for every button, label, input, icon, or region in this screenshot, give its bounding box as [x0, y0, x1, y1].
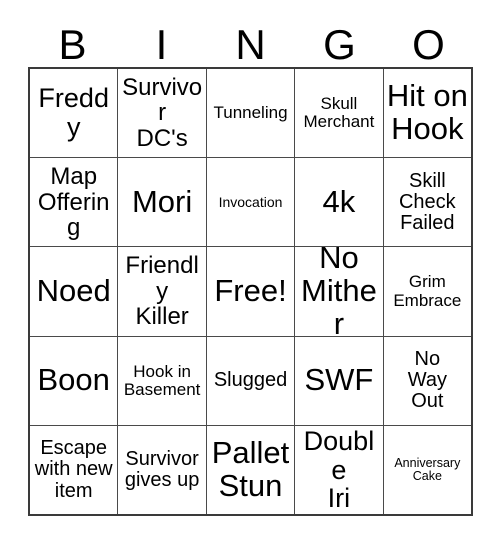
bingo-cell-label: Skull Merchant	[303, 94, 375, 132]
bingo-header-row: B I N G O	[28, 16, 473, 67]
bingo-cell[interactable]: Invocation	[206, 158, 296, 247]
header-letter-o: O	[412, 21, 445, 68]
bingo-row: Noed Friendly Killer Free! No Mither Gri…	[30, 247, 472, 337]
bingo-cell-label: Pallet Stun	[211, 435, 290, 503]
bingo-cell[interactable]: Slugged	[206, 336, 296, 425]
bingo-cell-label: Hit on Hook	[386, 78, 468, 147]
bingo-cell[interactable]: Escape with new item	[30, 425, 119, 515]
bingo-cell[interactable]: Survivor DC's	[118, 69, 207, 158]
bingo-cell-label: Double Iri	[303, 426, 375, 514]
bingo-cell-label: Mori	[131, 183, 193, 219]
bingo-cell-label: SWF	[304, 362, 374, 398]
bingo-row: Freddy Survivor DC's Tunneling Skull Mer…	[30, 69, 472, 159]
bingo-cell[interactable]: Hit on Hook	[383, 69, 472, 158]
bingo-grid: Freddy Survivor DC's Tunneling Skull Mer…	[28, 67, 473, 516]
header-letter-g: G	[323, 21, 356, 68]
bingo-cell-label: No Mither	[301, 247, 377, 336]
bingo-cell[interactable]: Hook in Basement	[118, 336, 207, 425]
bingo-cell-label: Freddy	[38, 83, 109, 143]
bingo-row: Map Offering Mori Invocation 4k Skill Ch…	[30, 158, 472, 248]
bingo-cell[interactable]: Tunneling	[206, 69, 296, 158]
bingo-row: Boon Hook in Basement Slugged SWF No Way…	[30, 336, 472, 426]
bingo-row: Escape with new item Survivor gives up P…	[30, 425, 472, 515]
bingo-cell-label: Survivor DC's	[122, 73, 203, 152]
bingo-cell-label: Free!	[214, 273, 287, 309]
bingo-cell-label: Survivor gives up	[124, 447, 200, 491]
bingo-cell[interactable]: Pallet Stun	[206, 425, 296, 515]
bingo-cell[interactable]: Friendly Killer	[118, 247, 207, 336]
bingo-cell[interactable]: Grim Embrace	[383, 247, 472, 336]
header-letter-b: B	[58, 21, 87, 68]
bingo-cell-label: Anniversary Cake	[394, 455, 461, 483]
header-letter-n: N	[235, 21, 266, 68]
bingo-cell-free-space[interactable]: Free!	[206, 247, 296, 336]
bingo-cell[interactable]: Double Iri	[295, 425, 384, 515]
bingo-cell-label: Grim Embrace	[393, 272, 462, 310]
bingo-cell[interactable]: Noed	[30, 247, 119, 336]
bingo-cell-label: Invocation	[218, 193, 283, 210]
bingo-cell[interactable]: No Mither	[295, 247, 384, 336]
bingo-cell[interactable]: No Way Out	[383, 336, 472, 425]
bingo-cell-label: Boon	[37, 362, 110, 398]
bingo-cell-label: Hook in Basement	[123, 361, 201, 399]
bingo-cell-label: Escape with new item	[34, 437, 113, 502]
bingo-cell[interactable]: Survivor gives up	[118, 425, 207, 515]
bingo-cell-label: Tunneling	[213, 103, 288, 123]
bingo-cell-label: 4k	[322, 183, 356, 219]
bingo-cell[interactable]: Map Offering	[30, 158, 119, 247]
bingo-card: B I N G O Freddy Survivor DC's Tunneling…	[0, 0, 500, 544]
bingo-cell[interactable]: Anniversary Cake	[383, 425, 472, 515]
bingo-cell-label: Map Offering	[37, 163, 110, 242]
bingo-cell[interactable]: Skill Check Failed	[383, 158, 472, 247]
header-letter-i: I	[155, 21, 168, 68]
bingo-cell[interactable]: Mori	[118, 158, 207, 247]
bingo-cell[interactable]: SWF	[295, 336, 384, 425]
bingo-cell-label: Noed	[36, 273, 111, 309]
bingo-cell-label: Friendly Killer	[125, 252, 199, 331]
bingo-cell[interactable]: Freddy	[30, 69, 119, 158]
bingo-cell-label: No Way Out	[407, 347, 447, 413]
bingo-cell[interactable]: 4k	[295, 158, 384, 247]
bingo-cell-label: Skill Check Failed	[398, 169, 456, 234]
bingo-cell[interactable]: Boon	[30, 336, 119, 425]
bingo-cell-label: Slugged	[213, 369, 288, 392]
bingo-cell[interactable]: Skull Merchant	[295, 69, 384, 158]
